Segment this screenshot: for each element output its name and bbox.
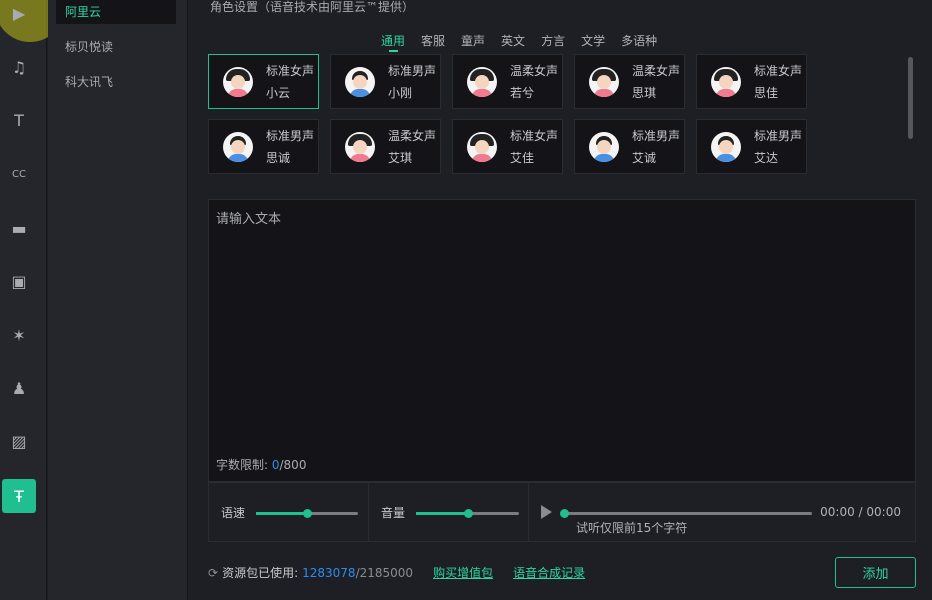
preview-time: 00:00 / 00:00: [820, 505, 901, 519]
voice-name: 思琪: [632, 82, 680, 104]
voice-card[interactable]: 标准男声艾达: [696, 119, 807, 174]
voice-name: 艾佳: [510, 147, 558, 169]
buy-package-link[interactable]: 购买增值包: [433, 564, 493, 581]
volume-knob[interactable]: [464, 509, 473, 518]
tool-sidebar: ▶ ♫ T CC ▬ ▣ ✶ ♟ ▨ Ŧ: [0, 0, 47, 600]
avatar-icon: [467, 132, 497, 162]
voice-name: 思佳: [754, 82, 802, 104]
voice-type: 标准女声: [266, 60, 314, 82]
avatar-icon: [589, 132, 619, 162]
voice-card[interactable]: 温柔女声艾琪: [330, 119, 441, 174]
voice-type: 标准男声: [754, 125, 802, 147]
char-count: 0: [272, 458, 280, 472]
usage-used: 1283078: [302, 566, 355, 580]
provider-aliyun[interactable]: 阿里云: [56, 0, 176, 24]
play-icon[interactable]: [541, 505, 552, 519]
add-button[interactable]: 添加: [835, 557, 916, 588]
folder-icon[interactable]: ▬: [2, 211, 36, 245]
avatar-icon: [467, 67, 497, 97]
tab-6[interactable]: 多语种: [621, 32, 657, 49]
controls-row: 语速 音量 00:00 / 00:00 试听仅限前15个字符: [208, 482, 916, 542]
avatar-icon: [223, 67, 253, 97]
avatar-icon: [711, 67, 741, 97]
tab-3[interactable]: 英文: [501, 32, 525, 49]
text-input[interactable]: 请输入文本 字数限制: 0/800: [208, 199, 916, 482]
volume-label: 音量: [381, 504, 405, 521]
char-limit-label: 字数限制:: [216, 458, 272, 472]
voice-card[interactable]: 标准男声艾诚: [574, 119, 685, 174]
voice-type: 温柔女声: [632, 60, 680, 82]
tab-0[interactable]: 通用: [381, 32, 405, 49]
tab-1[interactable]: 客服: [421, 32, 445, 49]
preview-progress[interactable]: [564, 512, 812, 515]
avatar-icon: [345, 132, 375, 162]
avatar-icon: [345, 67, 375, 97]
voice-name: 艾诚: [632, 147, 680, 169]
char-limit: 字数限制: 0/800: [216, 456, 306, 473]
voice-card[interactable]: 标准男声小刚: [330, 54, 441, 109]
usage-label: 资源包已使用:: [222, 564, 298, 581]
voice-type: 温柔女声: [510, 60, 558, 82]
comment-icon[interactable]: ▣: [2, 264, 36, 298]
tab-4[interactable]: 方言: [541, 32, 565, 49]
voice-card[interactable]: 温柔女声思琪: [574, 54, 685, 109]
volume-control: 音量: [369, 483, 529, 541]
preview-hint: 试听仅限前15个字符: [576, 519, 687, 536]
caption-icon[interactable]: CC: [2, 157, 36, 191]
voice-card[interactable]: 标准女声艾佳: [452, 119, 563, 174]
usage-total: /2185000: [356, 566, 414, 580]
speed-knob[interactable]: [303, 509, 312, 518]
voice-name: 艾琪: [388, 147, 436, 169]
effects-icon[interactable]: ✶: [2, 318, 36, 352]
tab-2[interactable]: 童声: [461, 32, 485, 49]
preview-player: 00:00 / 00:00 试听仅限前15个字符: [529, 483, 915, 541]
filter-icon[interactable]: ▨: [2, 424, 36, 458]
speed-slider[interactable]: [256, 512, 358, 515]
usage-footer: ⟳ 资源包已使用: 1283078/2185000 购买增值包 语音合成记录: [208, 564, 585, 581]
voice-type: 标准女声: [754, 60, 802, 82]
voice-type: 标准男声: [266, 125, 314, 147]
voice-name: 小刚: [388, 82, 436, 104]
sticker-icon[interactable]: ♟: [2, 371, 36, 405]
music-icon[interactable]: ♫: [2, 50, 36, 84]
voice-card[interactable]: 温柔女声若兮: [452, 54, 563, 109]
synthesis-history-link[interactable]: 语音合成记录: [513, 564, 585, 581]
voice-name: 艾达: [754, 147, 802, 169]
main-panel: 角色设置（语音技术由阿里云™提供） 通用客服童声英文方言文学多语种 标准女声小云…: [189, 0, 932, 600]
voice-type: 标准男声: [632, 125, 680, 147]
media-icon[interactable]: ▶: [2, 0, 36, 30]
avatar-icon: [711, 132, 741, 162]
voice-type: 标准男声: [388, 60, 436, 82]
voice-card[interactable]: 标准男声思诚: [208, 119, 319, 174]
voice-name: 思诚: [266, 147, 314, 169]
tab-5[interactable]: 文学: [581, 32, 605, 49]
speed-control: 语速: [209, 483, 369, 541]
voice-card[interactable]: 标准女声小云: [208, 54, 319, 109]
refresh-icon[interactable]: ⟳: [208, 566, 218, 580]
speed-label: 语速: [221, 504, 245, 521]
voice-type: 标准女声: [510, 125, 558, 147]
category-tabs: 通用客服童声英文方言文学多语种: [381, 32, 657, 49]
text-placeholder: 请输入文本: [216, 208, 281, 227]
avatar-icon: [589, 67, 619, 97]
page-title: 角色设置（语音技术由阿里云™提供）: [210, 0, 414, 15]
provider-list: 阿里云 标贝悦读 科大讯飞: [48, 0, 188, 600]
voice-card[interactable]: 标准女声思佳: [696, 54, 807, 109]
voice-scrollbar[interactable]: [908, 57, 913, 139]
progress-knob[interactable]: [560, 509, 569, 518]
voice-name: 若兮: [510, 82, 558, 104]
voice-type: 温柔女声: [388, 125, 436, 147]
avatar-icon: [223, 132, 253, 162]
char-max: /800: [280, 458, 307, 472]
voice-name: 小云: [266, 82, 314, 104]
text-icon[interactable]: T: [2, 103, 36, 137]
volume-slider[interactable]: [416, 512, 519, 515]
tts-icon[interactable]: Ŧ: [2, 479, 36, 513]
